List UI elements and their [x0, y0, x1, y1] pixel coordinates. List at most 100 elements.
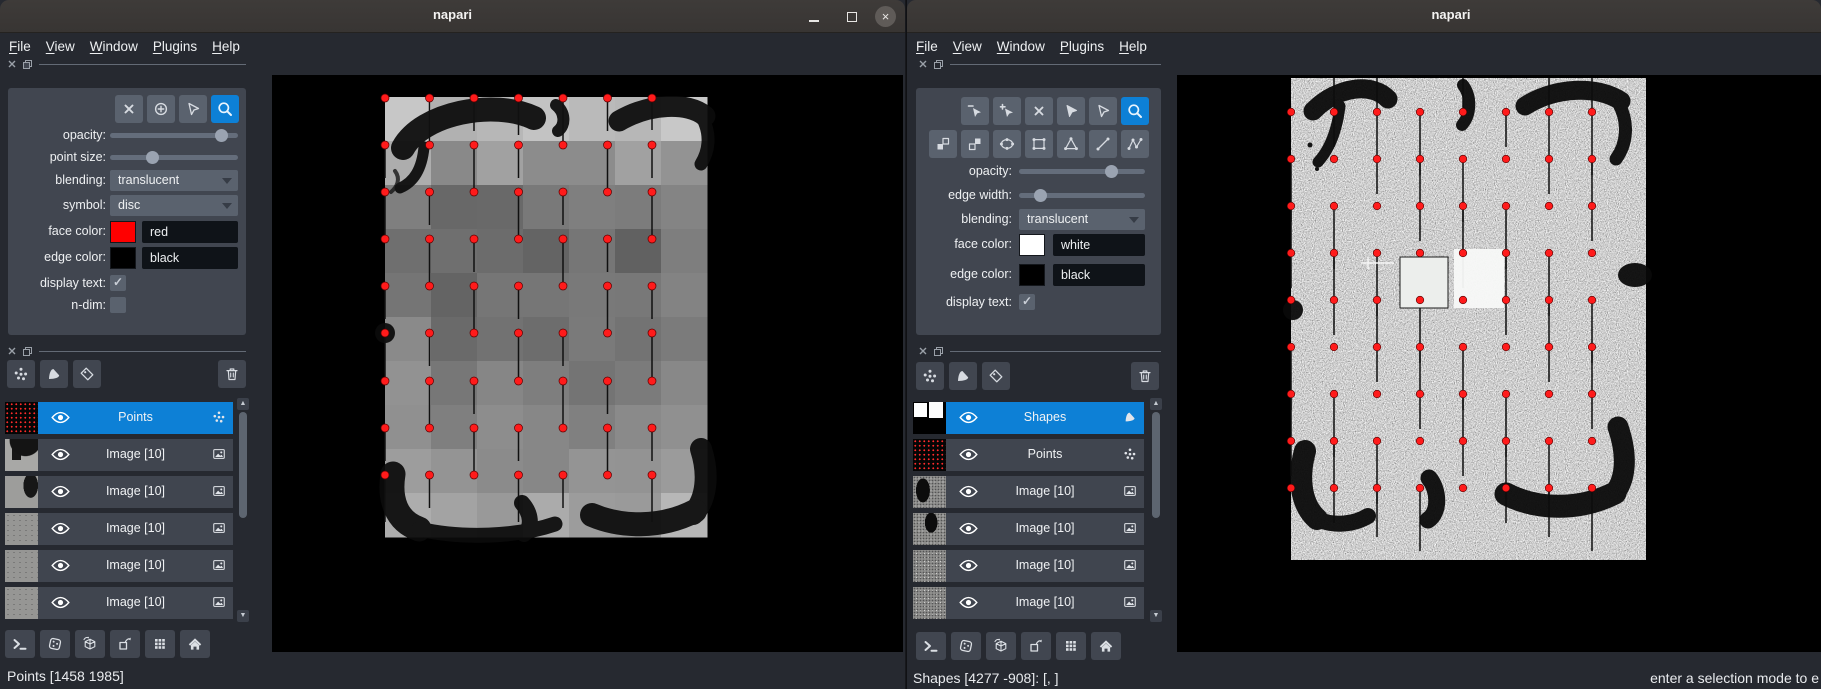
- layer-row-body[interactable]: Image [10]: [38, 513, 233, 545]
- layer-row-body[interactable]: Image [10]: [38, 439, 233, 471]
- layer-row-body[interactable]: Image [10]: [946, 550, 1144, 582]
- layer-row-shapes[interactable]: Shapes: [913, 402, 1144, 434]
- menu-plugins[interactable]: Plugins: [1060, 39, 1104, 54]
- scroll-up-icon[interactable]: ▲: [237, 398, 249, 410]
- layer-row-body[interactable]: Image [10]: [38, 550, 233, 582]
- opacity-slider[interactable]: [110, 127, 238, 143]
- titlebar[interactable]: napari: [907, 0, 1821, 33]
- slider-handle[interactable]: [214, 128, 228, 142]
- layer-row-image-10-[interactable]: Image [10]: [913, 550, 1144, 582]
- edge-color-field[interactable]: black: [1053, 264, 1145, 286]
- move-front-button[interactable]: [961, 130, 989, 158]
- layer-row-body[interactable]: Image [10]: [38, 476, 233, 508]
- roll-button[interactable]: [75, 630, 105, 658]
- direct-select-button[interactable]: [1089, 97, 1117, 125]
- layer-row-body[interactable]: Image [10]: [946, 513, 1144, 545]
- ndisplay-button[interactable]: [40, 630, 70, 658]
- transpose-button[interactable]: [110, 630, 140, 658]
- layer-row-image-10-[interactable]: Image [10]: [5, 439, 233, 471]
- delete-shapes-button[interactable]: [1025, 97, 1053, 125]
- edge-color-swatch[interactable]: [1019, 264, 1045, 286]
- new-labels-button[interactable]: [73, 360, 101, 388]
- ellipse-button[interactable]: [993, 130, 1021, 158]
- move-back-button[interactable]: [929, 130, 957, 158]
- close-button[interactable]: ×: [875, 6, 896, 27]
- scrollbar-handle[interactable]: [239, 412, 247, 518]
- opacity-slider[interactable]: [1019, 163, 1145, 179]
- vertex-insert-button[interactable]: [993, 97, 1021, 125]
- console-button[interactable]: [5, 630, 35, 658]
- display-text-checkbox[interactable]: ✓: [1019, 294, 1035, 310]
- new-points-button[interactable]: [916, 362, 944, 390]
- path-button[interactable]: [1121, 130, 1149, 158]
- blending-dropdown[interactable]: translucent: [110, 170, 238, 191]
- face-color-field[interactable]: red: [142, 221, 238, 243]
- zoom-button[interactable]: [211, 95, 239, 123]
- layer-row-body[interactable]: Points: [38, 402, 233, 434]
- layer-row-image-10-[interactable]: Image [10]: [913, 587, 1144, 619]
- rectangle-button[interactable]: [1025, 130, 1053, 158]
- layer-row-image-10-[interactable]: Image [10]: [5, 476, 233, 508]
- delete-points-button[interactable]: [115, 95, 143, 123]
- layer-row-image-10-[interactable]: Image [10]: [913, 513, 1144, 545]
- home-button[interactable]: [180, 630, 210, 658]
- layer-row-body[interactable]: Shapes: [946, 402, 1144, 434]
- home-button[interactable]: [1091, 632, 1121, 660]
- delete-layer-button[interactable]: [218, 360, 246, 388]
- transpose-button[interactable]: [1021, 632, 1051, 660]
- layer-row-image-10-[interactable]: Image [10]: [5, 587, 233, 619]
- scrollbar-handle[interactable]: [1152, 412, 1160, 518]
- menu-file[interactable]: File: [9, 39, 31, 54]
- new-shapes-button[interactable]: [949, 362, 977, 390]
- blending-dropdown[interactable]: translucent: [1019, 209, 1145, 230]
- grid-button[interactable]: [1056, 632, 1086, 660]
- display-text-checkbox[interactable]: ✓: [110, 275, 126, 291]
- line-button[interactable]: [1089, 130, 1117, 158]
- menu-file[interactable]: File: [916, 39, 938, 54]
- layer-row-image-10-[interactable]: Image [10]: [5, 513, 233, 545]
- layer-row-body[interactable]: Image [10]: [946, 587, 1144, 619]
- point-size-slider[interactable]: [110, 149, 238, 165]
- roll-button[interactable]: [986, 632, 1016, 660]
- menu-help[interactable]: Help: [1119, 39, 1147, 54]
- slider-handle[interactable]: [1104, 164, 1118, 178]
- layer-row-body[interactable]: Image [10]: [946, 476, 1144, 508]
- grid-button[interactable]: [145, 630, 175, 658]
- menu-view[interactable]: View: [953, 39, 982, 54]
- dock-float-icon[interactable]: [23, 346, 32, 356]
- face-color-field[interactable]: white: [1053, 234, 1145, 256]
- menu-window[interactable]: Window: [997, 39, 1045, 54]
- viewer-canvas[interactable]: [272, 75, 903, 652]
- dock-float-icon[interactable]: [934, 346, 943, 356]
- menu-help[interactable]: Help: [212, 39, 240, 54]
- slider-handle[interactable]: [1033, 188, 1047, 202]
- dock-float-icon[interactable]: [23, 59, 32, 69]
- vertex-remove-button[interactable]: [961, 97, 989, 125]
- add-points-button[interactable]: [147, 95, 175, 123]
- symbol-dropdown[interactable]: disc: [110, 195, 238, 216]
- edge-color-swatch[interactable]: [110, 247, 136, 269]
- dock-close-icon[interactable]: [8, 60, 16, 68]
- face-color-swatch[interactable]: [1019, 234, 1045, 256]
- scroll-up-icon[interactable]: ▲: [1150, 398, 1162, 410]
- select-shapes-button[interactable]: [1057, 97, 1085, 125]
- layer-list-scrollbar[interactable]: ▲ ▼: [1150, 398, 1162, 622]
- minimize-button[interactable]: [803, 6, 824, 27]
- titlebar[interactable]: napari ×: [0, 0, 905, 33]
- layer-row-points[interactable]: Points: [5, 402, 233, 434]
- maximize-button[interactable]: [841, 6, 862, 27]
- layer-row-image-10-[interactable]: Image [10]: [913, 476, 1144, 508]
- layer-list-scrollbar[interactable]: ▲ ▼: [237, 398, 249, 622]
- scroll-down-icon[interactable]: ▼: [1150, 610, 1162, 622]
- edge-color-field[interactable]: black: [142, 247, 238, 269]
- select-points-button[interactable]: [179, 95, 207, 123]
- delete-layer-button[interactable]: [1131, 362, 1159, 390]
- dock-close-icon[interactable]: [8, 347, 16, 355]
- dock-float-icon[interactable]: [934, 59, 943, 69]
- layer-row-body[interactable]: Image [10]: [38, 587, 233, 619]
- layer-row-body[interactable]: Points: [946, 439, 1144, 471]
- scroll-down-icon[interactable]: ▼: [237, 610, 249, 622]
- console-button[interactable]: [916, 632, 946, 660]
- polygon-button[interactable]: [1057, 130, 1085, 158]
- slider-handle[interactable]: [145, 150, 159, 164]
